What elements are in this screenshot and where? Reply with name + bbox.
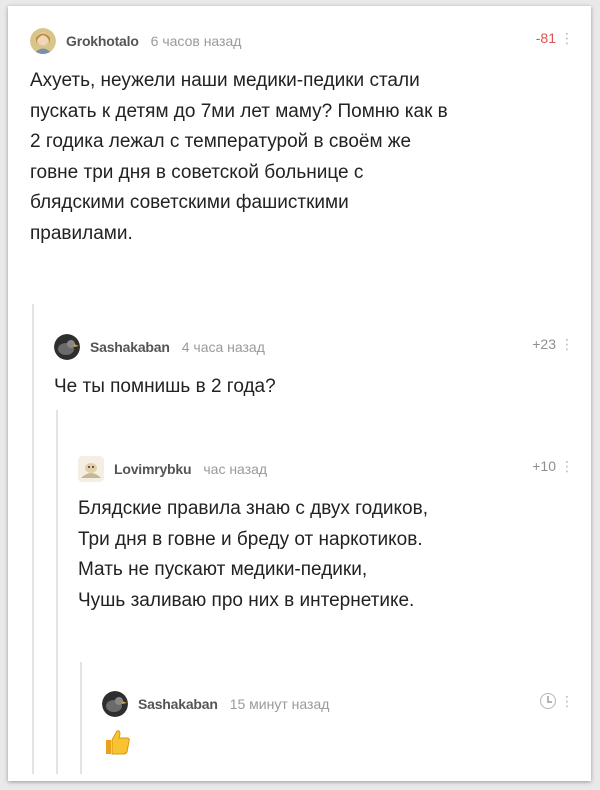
comment-text-line: Чушь заливаю про них в интернетике. bbox=[78, 589, 415, 611]
thread-line[interactable] bbox=[32, 304, 34, 774]
comment-header: Lovimrybku час назад bbox=[78, 454, 578, 484]
more-options-icon[interactable]: ⋮ bbox=[560, 30, 574, 47]
comment-rating: +23 bbox=[532, 336, 556, 352]
comment-timestamp[interactable]: час назад bbox=[203, 461, 267, 477]
comment-sashakaban-reply: Sashakaban 15 минут назад ⋮ bbox=[102, 689, 578, 757]
comment-lovimrybku: Lovimrybku час назад +10 ⋮ Блядские прав… bbox=[78, 454, 578, 616]
comment-timestamp[interactable]: 6 часов назад bbox=[151, 33, 242, 49]
comment-text-line: 2 годика лежал с температурой в своём же bbox=[30, 131, 412, 152]
comment-text-line: пускать к детям до 7ми лет маму? Помню к… bbox=[30, 100, 448, 122]
more-options-icon[interactable]: ⋮ bbox=[560, 336, 574, 353]
comment-text-line: Блядские правила знаю с двух годиков, bbox=[78, 498, 428, 519]
fishing-avatar-icon[interactable] bbox=[78, 456, 104, 482]
comment-grokhotalo: Grokhotalo 6 часов назад -81 ⋮ Ахуеть, н… bbox=[30, 26, 578, 249]
comment-text-line: Три дня в говне и бреду от наркотиков. bbox=[78, 528, 423, 550]
comment-header: Grokhotalo 6 часов назад bbox=[30, 26, 578, 56]
author-name[interactable]: Lovimrybku bbox=[114, 461, 192, 477]
comment-text-line: блядскими советскими фашисткими bbox=[30, 192, 349, 213]
thread-line[interactable] bbox=[56, 410, 58, 774]
girl-portrait-icon[interactable] bbox=[30, 28, 56, 54]
comment-text: Че ты помнишь в 2 года? bbox=[54, 372, 578, 403]
comment-text-line: говне три дня в советской больнице с bbox=[30, 161, 364, 183]
comment-timestamp[interactable]: 4 часа назад bbox=[182, 339, 265, 355]
bird-avatar-icon[interactable] bbox=[54, 334, 80, 360]
comment-timestamp[interactable]: 15 минут назад bbox=[230, 696, 330, 712]
author-name[interactable]: Sashakaban bbox=[90, 339, 170, 355]
comment-text: Блядские правила знаю с двух годиков, Тр… bbox=[78, 494, 578, 616]
comment-text-line: Мать не пускают медики-педики, bbox=[78, 559, 368, 580]
clock-icon bbox=[540, 693, 556, 709]
comment-text-line: Че ты помнишь в 2 года? bbox=[54, 376, 276, 397]
comment-thread: Grokhotalo 6 часов назад -81 ⋮ Ахуеть, н… bbox=[8, 6, 591, 781]
comment-rating: -81 bbox=[535, 30, 556, 46]
comment-header: Sashakaban 4 часа назад bbox=[54, 332, 578, 362]
comment-text-line: правилами. bbox=[30, 222, 133, 244]
thread-line[interactable] bbox=[80, 662, 82, 774]
thumbs-up-icon bbox=[102, 727, 132, 757]
more-options-icon[interactable]: ⋮ bbox=[560, 693, 574, 710]
more-options-icon[interactable]: ⋮ bbox=[560, 458, 574, 475]
comment-text: Ахуеть, неужели наши медики-педики стали… bbox=[30, 66, 578, 249]
comment-header: Sashakaban 15 минут назад bbox=[102, 689, 578, 719]
comment-sashakaban: Sashakaban 4 часа назад +23 ⋮ Че ты помн… bbox=[54, 332, 578, 403]
bird-avatar-icon[interactable] bbox=[102, 691, 128, 717]
comment-text-line: Ахуеть, неужели наши медики-педики стали bbox=[30, 70, 420, 91]
comment-rating: +10 bbox=[532, 458, 556, 474]
author-name[interactable]: Grokhotalo bbox=[66, 33, 139, 49]
author-name[interactable]: Sashakaban bbox=[138, 696, 218, 712]
